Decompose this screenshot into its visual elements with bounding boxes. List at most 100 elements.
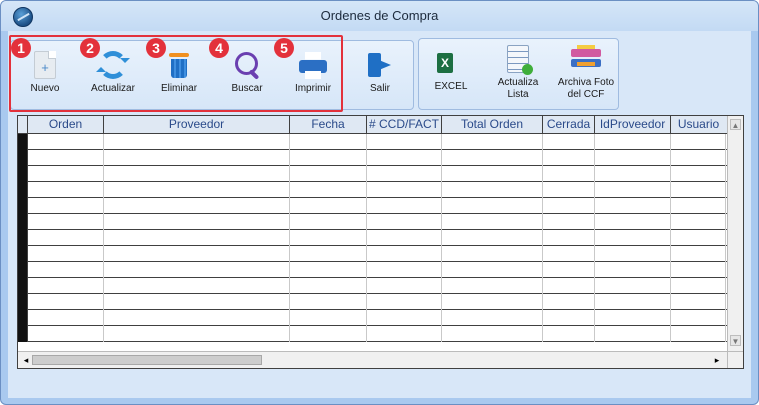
table-cell[interactable] (442, 214, 543, 230)
table-cell[interactable] (290, 262, 367, 278)
table-cell[interactable] (290, 150, 367, 166)
table-cell[interactable] (104, 262, 290, 278)
table-cell[interactable] (595, 134, 671, 150)
horizontal-scroll-thumb[interactable] (32, 355, 262, 365)
scroll-left-icon[interactable]: ◂ (21, 355, 31, 365)
row-selector[interactable] (18, 294, 28, 310)
update-list-button[interactable]: Actualiza Lista (489, 45, 547, 101)
column-header-total-orden[interactable]: Total Orden (442, 116, 543, 134)
table-cell[interactable] (442, 246, 543, 262)
table-cell[interactable] (28, 326, 104, 342)
table-cell[interactable] (104, 198, 290, 214)
table-cell[interactable] (543, 246, 595, 262)
table-cell[interactable] (442, 294, 543, 310)
table-cell[interactable] (595, 150, 671, 166)
table-cell[interactable] (104, 310, 290, 326)
row-selector[interactable] (18, 150, 28, 166)
table-row[interactable] (18, 230, 728, 246)
table-cell[interactable] (28, 182, 104, 198)
row-selector[interactable] (18, 246, 28, 262)
table-cell[interactable] (671, 278, 726, 294)
column-header-orden[interactable]: Orden (28, 116, 104, 134)
table-cell[interactable] (367, 214, 442, 230)
table-cell[interactable] (290, 134, 367, 150)
table-cell[interactable] (290, 198, 367, 214)
app-globe-icon[interactable] (13, 7, 33, 27)
table-cell[interactable] (671, 230, 726, 246)
column-header-ccd-fact[interactable]: # CCD/FACT (367, 116, 442, 134)
table-cell[interactable] (290, 214, 367, 230)
table-cell[interactable] (290, 166, 367, 182)
table-cell[interactable] (442, 134, 543, 150)
excel-button[interactable]: EXCEL (425, 49, 477, 93)
archive-photo-button[interactable]: Archiva Foto del CCF (555, 45, 617, 101)
row-selector[interactable] (18, 182, 28, 198)
table-cell[interactable] (28, 230, 104, 246)
table-cell[interactable] (595, 310, 671, 326)
table-cell[interactable] (442, 150, 543, 166)
orders-grid[interactable]: Orden Proveedor Fecha # CCD/FACT Total O… (17, 115, 744, 369)
table-cell[interactable] (28, 198, 104, 214)
table-cell[interactable] (290, 294, 367, 310)
scroll-down-icon[interactable]: ▼ (730, 335, 741, 346)
table-cell[interactable] (367, 134, 442, 150)
table-cell[interactable] (543, 294, 595, 310)
table-cell[interactable] (290, 310, 367, 326)
table-cell[interactable] (104, 150, 290, 166)
table-cell[interactable] (28, 310, 104, 326)
table-cell[interactable] (543, 134, 595, 150)
table-cell[interactable] (290, 326, 367, 342)
table-row[interactable] (18, 150, 728, 166)
table-cell[interactable] (104, 230, 290, 246)
table-cell[interactable] (367, 230, 442, 246)
table-cell[interactable] (290, 278, 367, 294)
table-cell[interactable] (671, 326, 726, 342)
table-cell[interactable] (595, 198, 671, 214)
table-cell[interactable] (367, 150, 442, 166)
table-cell[interactable] (671, 182, 726, 198)
column-header-proveedor[interactable]: Proveedor (104, 116, 290, 134)
row-selector[interactable] (18, 262, 28, 278)
table-row[interactable] (18, 246, 728, 262)
table-cell[interactable] (543, 326, 595, 342)
table-cell[interactable] (442, 166, 543, 182)
row-selector[interactable] (18, 166, 28, 182)
table-cell[interactable] (104, 166, 290, 182)
table-cell[interactable] (595, 166, 671, 182)
table-cell[interactable] (28, 166, 104, 182)
table-cell[interactable] (104, 246, 290, 262)
scroll-right-icon[interactable]: ▸ (712, 355, 722, 365)
table-cell[interactable] (28, 246, 104, 262)
table-cell[interactable] (290, 182, 367, 198)
table-row[interactable] (18, 262, 728, 278)
table-cell[interactable] (543, 182, 595, 198)
table-cell[interactable] (543, 230, 595, 246)
table-cell[interactable] (367, 326, 442, 342)
table-cell[interactable] (671, 214, 726, 230)
table-cell[interactable] (671, 166, 726, 182)
table-cell[interactable] (28, 150, 104, 166)
column-header-cerrada[interactable]: Cerrada (543, 116, 595, 134)
table-cell[interactable] (595, 262, 671, 278)
table-row[interactable] (18, 182, 728, 198)
table-row[interactable] (18, 310, 728, 326)
table-cell[interactable] (595, 326, 671, 342)
row-selector[interactable] (18, 214, 28, 230)
table-row[interactable] (18, 214, 728, 230)
table-cell[interactable] (543, 198, 595, 214)
table-row[interactable] (18, 294, 728, 310)
table-cell[interactable] (104, 294, 290, 310)
table-cell[interactable] (543, 310, 595, 326)
table-cell[interactable] (104, 182, 290, 198)
table-cell[interactable] (290, 246, 367, 262)
table-cell[interactable] (442, 326, 543, 342)
table-cell[interactable] (595, 294, 671, 310)
table-cell[interactable] (442, 230, 543, 246)
table-cell[interactable] (442, 278, 543, 294)
table-cell[interactable] (28, 278, 104, 294)
scroll-up-icon[interactable]: ▲ (730, 119, 741, 130)
table-cell[interactable] (543, 278, 595, 294)
row-selector[interactable] (18, 230, 28, 246)
table-cell[interactable] (28, 294, 104, 310)
column-header-idproveedor[interactable]: IdProveedor (595, 116, 671, 134)
